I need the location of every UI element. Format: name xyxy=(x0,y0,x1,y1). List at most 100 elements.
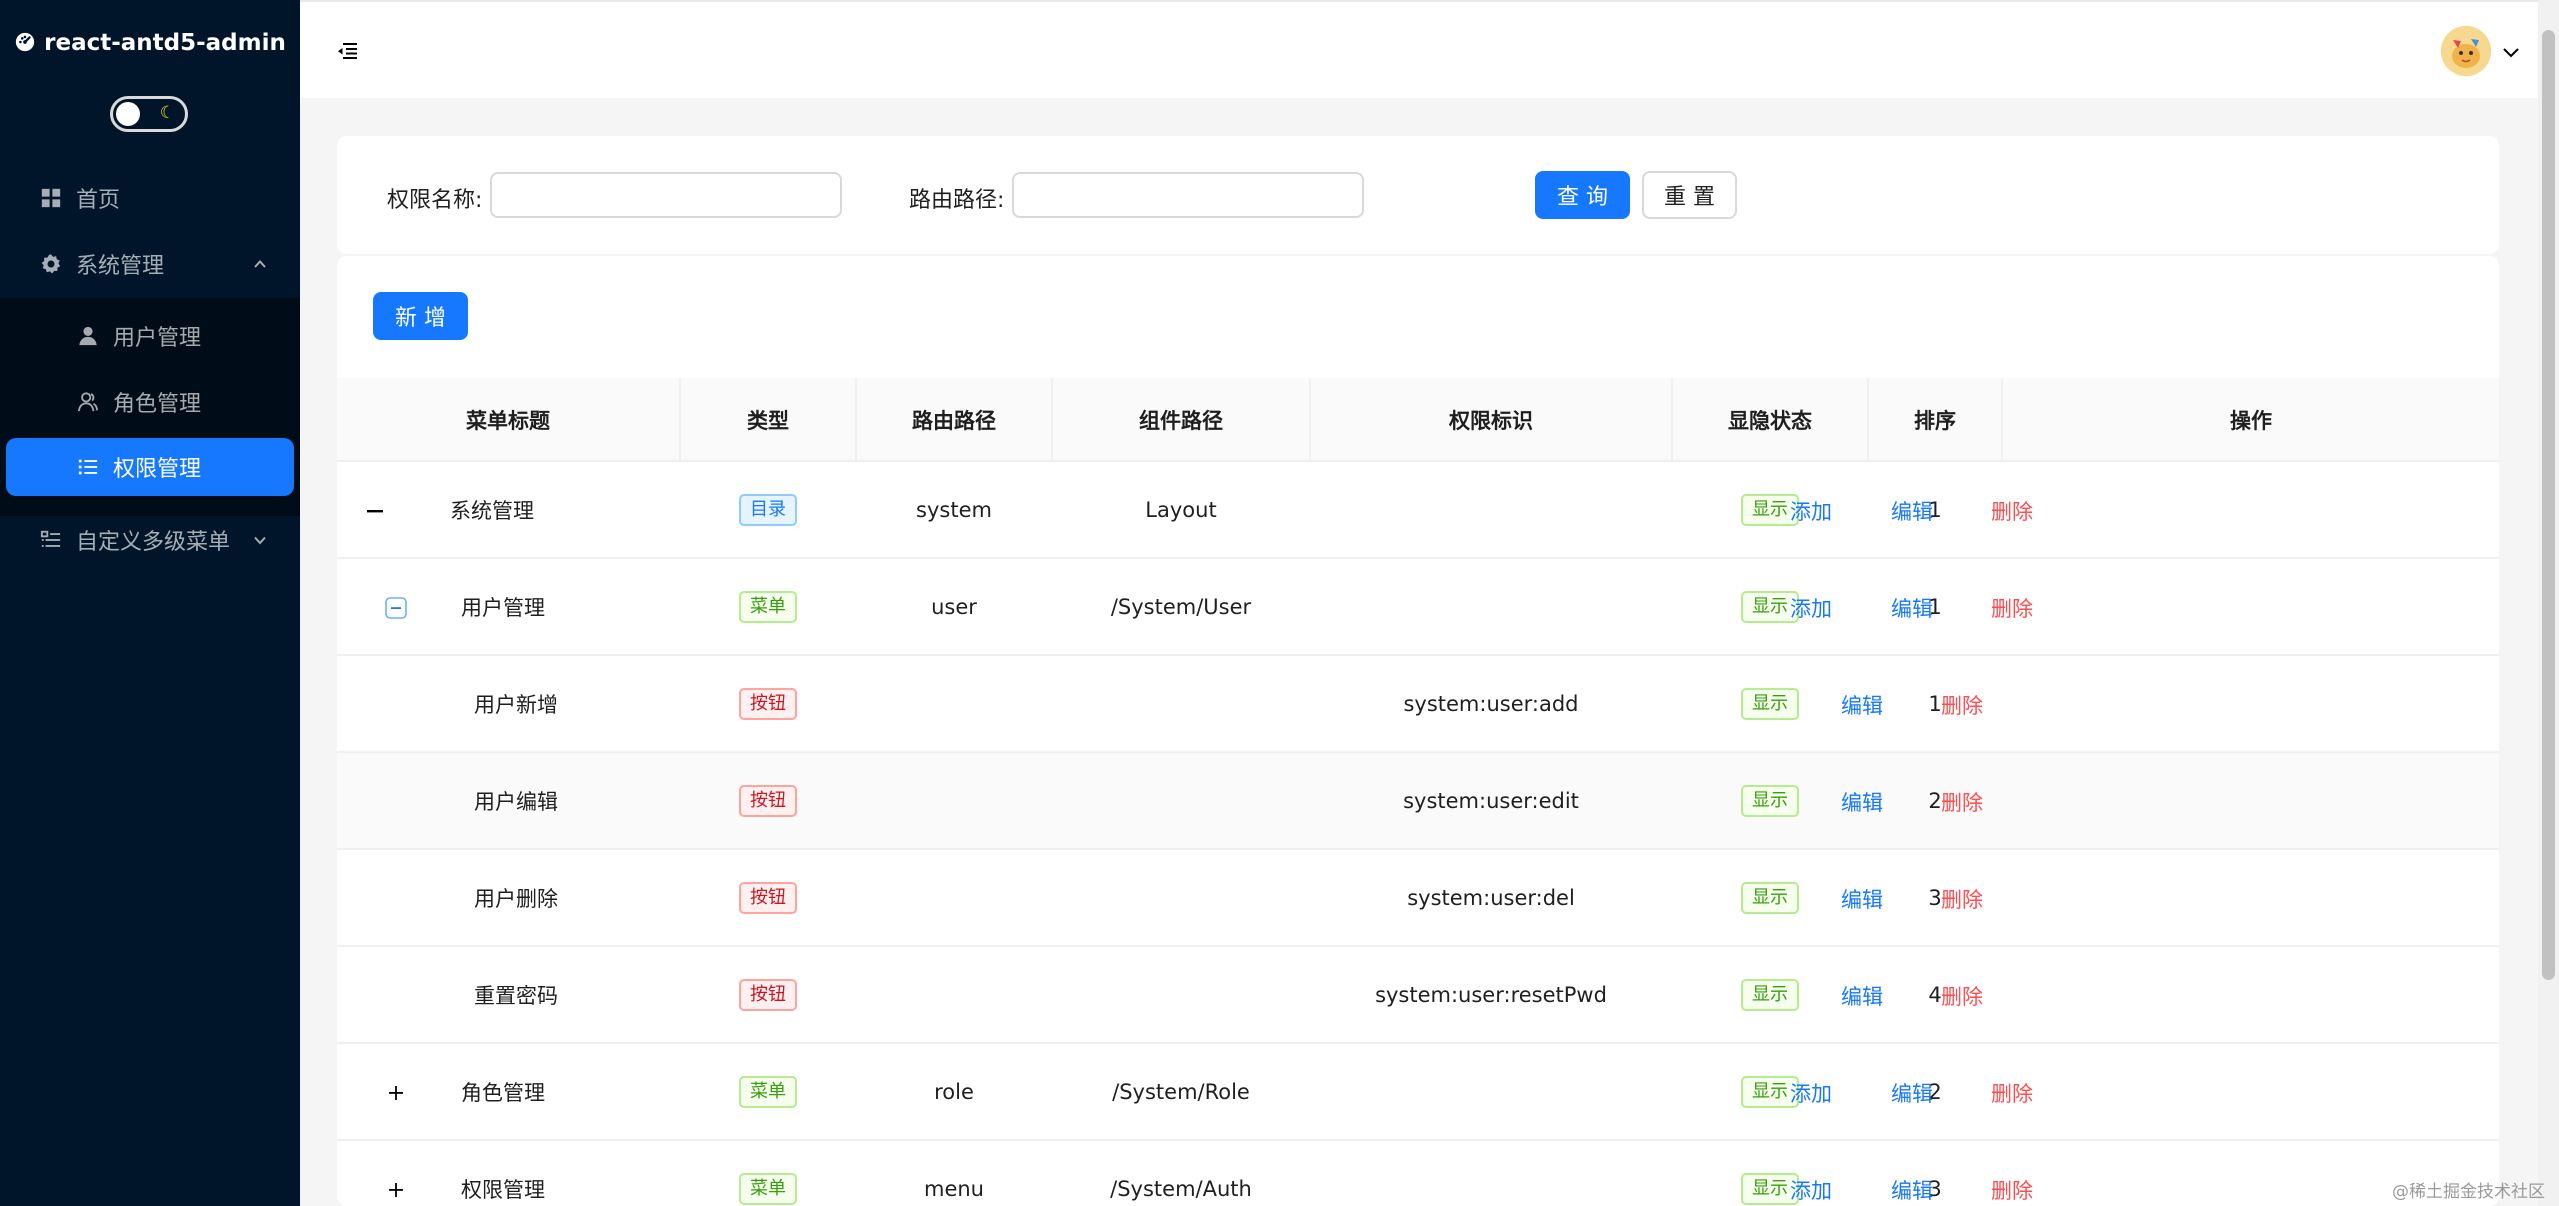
table-row[interactable]: 用户编辑 按钮 system:user:edit 显示 2 编辑 删除 xyxy=(337,753,2499,850)
table-row[interactable]: 用户新增 按钮 system:user:add 显示 1 编辑 删除 xyxy=(337,656,2499,753)
setting-icon xyxy=(41,254,61,274)
ordered-list-icon xyxy=(40,530,61,547)
add-child-link[interactable]: 添加 xyxy=(1790,496,1832,526)
scrollbar-thumb[interactable] xyxy=(2542,30,2555,980)
delete-link[interactable]: 删除 xyxy=(1991,496,2033,526)
cell-status: 显示 xyxy=(1673,1044,1867,1140)
table-row[interactable]: 系统管理 目录 system Layout 显示 1 添加 编辑 删除 xyxy=(337,462,2499,559)
cell-perm: system:user:add xyxy=(1403,692,1579,716)
status-badge: 显示 xyxy=(1741,882,1799,914)
route-path-input[interactable] xyxy=(1012,172,1364,218)
cell-component: /System/Auth xyxy=(1110,1177,1252,1201)
scrollbar[interactable] xyxy=(2538,0,2559,1206)
cell-status: 显示 xyxy=(1673,559,1867,655)
cell-perm xyxy=(1311,559,1671,655)
status-badge: 显示 xyxy=(1741,688,1799,720)
delete-link[interactable]: 删除 xyxy=(1941,787,1983,817)
collapse-icon[interactable] xyxy=(364,500,386,522)
edit-link[interactable]: 编辑 xyxy=(1841,884,1883,914)
column-header-title: 菜单标题 xyxy=(466,409,550,433)
table-row[interactable]: 权限管理 菜单 menu/System/Auth 显示 3 添加 编辑 删除 xyxy=(337,1141,2499,1206)
menu-fold-icon[interactable] xyxy=(336,40,358,62)
column-header-type: 类型 xyxy=(747,409,789,433)
cell-route xyxy=(857,850,1051,946)
cell-type: 按钮 xyxy=(681,850,855,946)
avatar[interactable] xyxy=(2441,26,2491,76)
expand-icon[interactable] xyxy=(385,1179,407,1201)
sidebar-item-users[interactable]: 用户管理 xyxy=(0,307,300,365)
theme-toggle[interactable]: ☾ xyxy=(110,96,188,132)
type-tag: 目录 xyxy=(739,494,797,526)
cell-sort: 1 xyxy=(1928,595,1942,619)
edit-link[interactable]: 编辑 xyxy=(1891,496,1933,526)
delete-link[interactable]: 删除 xyxy=(1991,593,2033,623)
user-icon xyxy=(79,326,97,346)
appstore-icon xyxy=(41,188,61,208)
add-child-link[interactable]: 添加 xyxy=(1790,1078,1832,1108)
edit-link[interactable]: 编辑 xyxy=(1841,981,1883,1011)
type-tag: 按钮 xyxy=(739,979,797,1011)
chevron-up-icon xyxy=(254,260,266,268)
theme-toggle-knob xyxy=(116,102,140,126)
sidebar-item-roles[interactable]: 角色管理 xyxy=(0,373,300,431)
table-row[interactable]: 重置密码 按钮 system:user:resetPwd 显示 4 编辑 删除 xyxy=(337,947,2499,1044)
cell-status: 显示 xyxy=(1673,850,1867,946)
cell-type: 菜单 xyxy=(681,1141,855,1206)
delete-link[interactable]: 删除 xyxy=(1941,690,1983,720)
edit-link[interactable]: 编辑 xyxy=(1891,1078,1933,1108)
edit-link[interactable]: 编辑 xyxy=(1841,690,1883,720)
sidebar-item-permissions[interactable]: 权限管理 xyxy=(6,438,294,496)
add-child-link[interactable]: 添加 xyxy=(1790,1175,1832,1205)
cell-type: 菜单 xyxy=(681,559,855,655)
edit-link[interactable]: 编辑 xyxy=(1891,1175,1933,1205)
cell-component: /System/User xyxy=(1110,595,1252,619)
chevron-down-icon[interactable] xyxy=(2501,42,2521,62)
sidebar-item-system[interactable]: 系统管理 xyxy=(0,232,300,296)
cell-sort: 1 xyxy=(1928,498,1942,522)
delete-link[interactable]: 删除 xyxy=(1991,1078,2033,1108)
cell-title: 用户新增 xyxy=(474,693,558,717)
permission-name-input[interactable] xyxy=(490,172,842,218)
cell-route xyxy=(857,656,1051,752)
type-tag: 菜单 xyxy=(739,591,797,623)
edit-link[interactable]: 编辑 xyxy=(1841,787,1883,817)
watermark: @稀土掘金技术社区 xyxy=(2392,1182,2545,1202)
sidebar-item-home[interactable]: 首页 xyxy=(0,166,300,230)
unordered-list-icon xyxy=(78,459,98,475)
delete-link[interactable]: 删除 xyxy=(1941,884,1983,914)
edit-link[interactable]: 编辑 xyxy=(1891,593,1933,623)
logo[interactable]: react-antd5-admin xyxy=(0,30,300,56)
cell-type: 按钮 xyxy=(681,947,855,1043)
cell-type: 目录 xyxy=(681,462,855,558)
query-button[interactable]: 查 询 xyxy=(1535,171,1630,219)
delete-link[interactable]: 删除 xyxy=(1991,1175,2033,1205)
reset-button[interactable]: 重 置 xyxy=(1642,171,1737,219)
cell-perm: system:user:edit xyxy=(1403,789,1579,813)
cell-perm: system:user:resetPwd xyxy=(1375,983,1607,1007)
delete-link[interactable]: 删除 xyxy=(1941,981,1983,1011)
sidebar-item-label: 权限管理 xyxy=(113,457,202,482)
add-child-link[interactable]: 添加 xyxy=(1790,593,1832,623)
expand-icon[interactable] xyxy=(385,1082,407,1104)
chevron-down-icon xyxy=(254,536,266,545)
cell-title: 权限管理 xyxy=(461,1178,545,1202)
table-row[interactable]: 用户删除 按钮 system:user:del 显示 3 编辑 删除 xyxy=(337,850,2499,947)
sidebar-item-custom-multilevel[interactable]: 自定义多级菜单 xyxy=(0,508,300,572)
type-tag: 按钮 xyxy=(739,882,797,914)
cell-sort: 2 xyxy=(1928,1080,1942,1104)
sidebar: react-antd5-admin ☾ 首页 系统管理 用户管理 角色管理 权限… xyxy=(0,0,300,1206)
header xyxy=(300,0,2538,98)
cell-perm xyxy=(1311,1141,1671,1206)
collapse-icon[interactable] xyxy=(385,597,407,619)
cell-perm xyxy=(1311,1044,1671,1140)
cell-component xyxy=(1053,850,1309,946)
table-row[interactable]: 角色管理 菜单 role/System/Role 显示 2 添加 编辑 删除 xyxy=(337,1044,2499,1141)
team-icon xyxy=(77,392,99,412)
cell-component xyxy=(1053,947,1309,1043)
add-button[interactable]: 新 增 xyxy=(373,292,468,340)
table-row[interactable]: 用户管理 菜单 user/System/User 显示 1 添加 编辑 删除 xyxy=(337,559,2499,656)
cell-component: /System/Role xyxy=(1112,1080,1250,1104)
moon-icon: ☾ xyxy=(159,103,175,123)
cell-type: 按钮 xyxy=(681,656,855,752)
cell-title: 系统管理 xyxy=(450,499,534,523)
